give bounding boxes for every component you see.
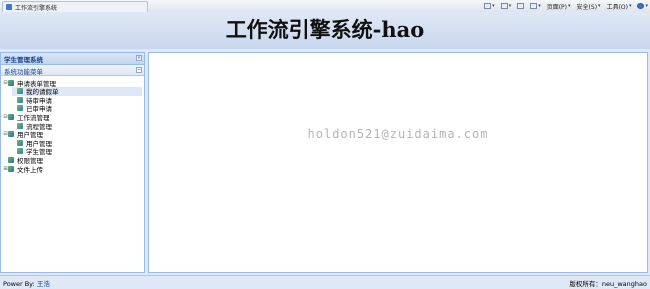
app-title: 工作流引擎系统-hao: [225, 17, 425, 42]
section-toggle-button[interactable]: −: [136, 67, 142, 73]
print-button[interactable]: ▾: [530, 3, 541, 9]
safety-menu[interactable]: 安全(S) ▾: [577, 2, 601, 11]
leaf-icon: [17, 139, 23, 146]
safety-menu-label: 安全(S): [576, 3, 598, 11]
west-panel-header: 学生管理系统 «: [1, 53, 144, 65]
page-menu[interactable]: 页面(P) ▾: [547, 2, 571, 11]
tab-title: 工作流引擎系统: [15, 5, 58, 12]
chevron-down-icon: ▾: [628, 3, 632, 9]
collapse-panel-button[interactable]: «: [136, 55, 142, 61]
power-name[interactable]: 王浩: [37, 280, 50, 288]
print-icon: [530, 3, 538, 9]
menu-section-title: 系统功能菜单: [4, 68, 43, 76]
folder-icon: [8, 79, 14, 86]
leaf-icon: [17, 148, 23, 155]
west-panel: 学生管理系统 « 系统功能菜单 − ⊟ 申请表单管理 我的请假单 待审申请 已审申请 ⊟ 工…: [0, 52, 145, 273]
copyright-text: 版权所有：neu_wanghao: [569, 280, 647, 288]
leaf-icon: [17, 96, 23, 103]
feeds-button[interactable]: ▾: [500, 3, 512, 9]
leaf-icon: [17, 88, 23, 95]
page-menu-label: 页面(P): [546, 3, 568, 11]
chevron-down-icon: ▾: [508, 3, 512, 9]
status-footer: Power By: 王浩 版权所有：neu_wanghao: [0, 275, 650, 289]
chevron-down-icon: ▾: [645, 3, 648, 9]
help-icon: [637, 3, 645, 9]
folder-icon: [8, 113, 14, 120]
browser-tab[interactable]: 工作流引擎系统: [2, 1, 148, 12]
tools-menu-label: 工具(O): [606, 3, 628, 11]
chevron-down-icon: ▾: [538, 3, 541, 9]
tree-node-label: 文件上传: [17, 165, 43, 174]
folder-icon: [8, 156, 14, 163]
center-panel: holdon521@zuidaima.com: [148, 52, 648, 273]
chevron-down-icon: ▾: [492, 3, 495, 9]
power-label: Power By:: [3, 280, 35, 288]
leaf-icon: [17, 105, 23, 112]
mail-icon: [517, 3, 525, 9]
chevron-down-icon: ▾: [598, 3, 601, 9]
help-button[interactable]: ▾: [637, 3, 648, 9]
folder-icon: [8, 131, 14, 138]
leaf-icon: [17, 122, 23, 129]
app-header: 工作流引擎系统-hao: [0, 12, 650, 49]
menu-section-header[interactable]: 系统功能菜单 −: [1, 65, 144, 76]
browser-toolbar: ▾ ▾ ▾ 页面(P) ▾ 安全(S) ▾ 工具(O) ▾ ▾: [484, 0, 648, 12]
home-icon: [484, 3, 492, 9]
west-panel-title: 学生管理系统: [4, 56, 43, 64]
mail-button[interactable]: [517, 3, 525, 9]
home-button[interactable]: ▾: [484, 3, 495, 9]
feeds-icon: [500, 3, 508, 9]
page-icon: [6, 4, 12, 10]
tree-folder-node[interactable]: ⊞ 文件上传: [3, 164, 142, 174]
tools-menu[interactable]: 工具(O) ▾: [607, 2, 632, 11]
power-by: Power By: 王浩: [3, 278, 50, 288]
folder-icon: [8, 165, 14, 172]
watermark-text: holdon521@zuidaima.com: [307, 127, 489, 141]
chevron-down-icon: ▾: [568, 3, 571, 9]
